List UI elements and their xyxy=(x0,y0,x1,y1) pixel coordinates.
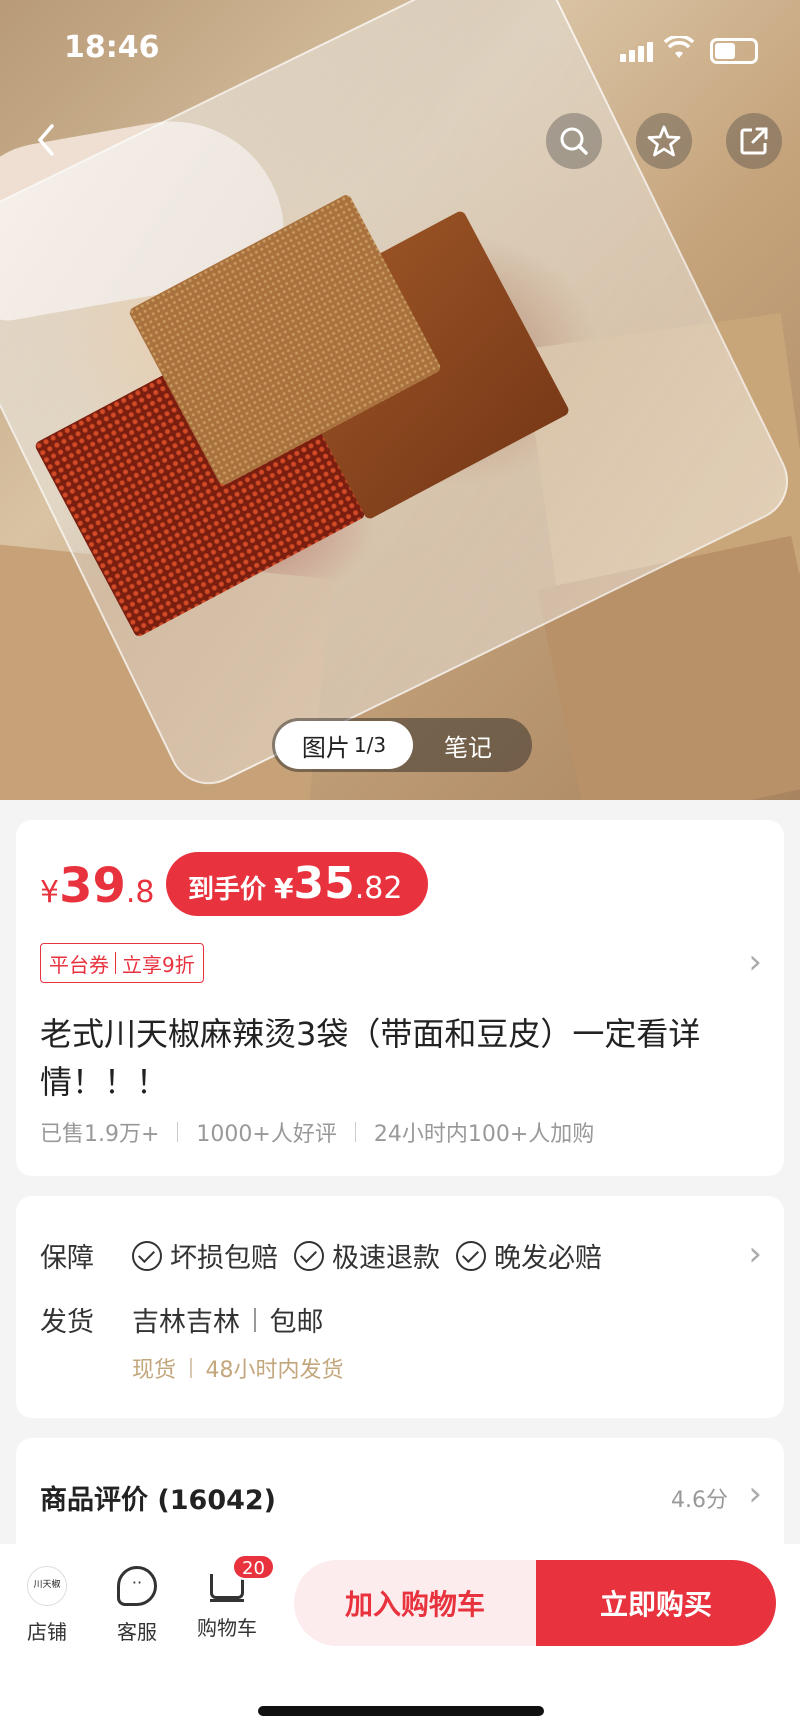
shop-logo-icon: 川天椒 xyxy=(27,1566,67,1606)
check-circle-icon xyxy=(456,1240,486,1271)
service-card[interactable]: 保障 坏损包赔 极速退款 晚发必赔 › 发货 吉林吉林 包邮 现货 48小时内发… xyxy=(16,1196,784,1418)
final-price-decimal: .82 xyxy=(354,871,403,906)
good-review-count: 1000+人好评 xyxy=(196,1122,337,1147)
price-symbol: ¥ xyxy=(40,875,60,910)
chevron-right-icon[interactable]: › xyxy=(748,1234,762,1274)
favorite-button[interactable] xyxy=(636,113,692,169)
final-price-integer: 35 xyxy=(293,858,355,909)
cart-count-badge: 20 xyxy=(232,1554,275,1580)
service-label: 客服 xyxy=(117,1620,157,1644)
tab-notes[interactable]: 笔记 xyxy=(413,721,523,769)
home-indicator[interactable] xyxy=(258,1706,544,1716)
battery-icon xyxy=(710,38,758,64)
guarantee-item: 坏损包赔 xyxy=(170,1243,278,1274)
product-info-card: ¥ 39 .8 到手价 ¥ 35 .82 平台券 立享9折 › 老式川天椒麻辣烫… xyxy=(16,820,784,1176)
sales-meta: 已售1.9万+ 1000+人好评 24小时内100+人加购 xyxy=(40,1116,594,1148)
cart-add-count: 24小时内100+人加购 xyxy=(373,1122,595,1147)
cart-button[interactable]: 20 购物车 xyxy=(182,1554,275,1641)
coupon-tag[interactable]: 平台券 立享9折 xyxy=(40,943,204,983)
buy-now-button[interactable]: 立即购买 xyxy=(536,1560,776,1646)
check-circle-icon xyxy=(132,1240,162,1271)
price-integer: 39 xyxy=(59,858,126,914)
shop-button[interactable]: 川天椒 店铺 xyxy=(2,1566,92,1645)
guarantee-item: 晚发必赔 xyxy=(494,1243,602,1274)
back-button[interactable] xyxy=(18,112,74,168)
shipping-label: 发货 xyxy=(40,1307,94,1338)
price-decimal: .8 xyxy=(125,875,155,910)
coupon-type: 平台券 xyxy=(49,952,109,977)
chevron-right-icon[interactable]: › xyxy=(748,942,762,982)
dispatch-time: 48小时内发货 xyxy=(205,1358,344,1383)
sold-count: 已售1.9万+ xyxy=(40,1122,160,1147)
shop-label: 店铺 xyxy=(27,1620,67,1644)
final-price-label: 到手价 xyxy=(188,875,267,905)
tab-photos[interactable]: 图片 1/3 xyxy=(275,721,413,769)
signal-icon xyxy=(620,40,656,62)
tab-photos-label: 图片 xyxy=(301,733,350,762)
bottom-action-bar: 川天椒 店铺 ·· 客服 20 购物车 加入购物车 立即购买 xyxy=(0,1544,800,1731)
status-bar: 18:46 xyxy=(0,0,800,100)
reviews-score: 4.6分 xyxy=(671,1488,728,1513)
guarantee-item: 极速退款 xyxy=(332,1243,440,1274)
guarantee-row: 保障 坏损包赔 极速退款 晚发必赔 xyxy=(40,1236,618,1275)
chat-icon: ·· xyxy=(117,1566,157,1606)
product-detail-page: 18:46 图片 1/3 笔记 ¥ 39 .8 到手价 ¥ 35 .82 平台券… xyxy=(0,0,800,1731)
product-title: 老式川天椒麻辣烫3袋（带面和豆皮）一定看详情！！！ xyxy=(40,1015,701,1101)
search-icon xyxy=(560,127,588,155)
star-icon xyxy=(647,125,681,157)
share-icon xyxy=(740,127,768,155)
shipping-origin: 吉林吉林 xyxy=(132,1307,240,1338)
add-to-cart-button[interactable]: 加入购物车 xyxy=(294,1560,536,1646)
check-circle-icon xyxy=(294,1240,324,1271)
reviews-title: 商品评价 (16042) xyxy=(40,1485,277,1516)
final-price-symbol: ¥ xyxy=(274,872,294,905)
wifi-icon xyxy=(663,34,695,67)
cart-label: 购物车 xyxy=(197,1616,257,1640)
customer-service-button[interactable]: ·· 客服 xyxy=(92,1566,182,1645)
chevron-left-icon xyxy=(37,124,54,156)
tab-photos-index: 1/3 xyxy=(353,733,387,757)
stock-status: 现货 xyxy=(132,1358,177,1383)
chevron-right-icon[interactable]: › xyxy=(748,1474,762,1514)
shipping-note: 现货 48小时内发货 xyxy=(132,1352,344,1384)
final-price-badge: 到手价 ¥ 35 .82 xyxy=(166,852,429,916)
shipping-fee: 包邮 xyxy=(269,1307,324,1338)
coupon-discount: 立享9折 xyxy=(122,952,195,977)
share-button[interactable] xyxy=(726,113,782,169)
guarantee-label: 保障 xyxy=(40,1243,94,1274)
original-price: ¥ 39 .8 xyxy=(40,858,155,914)
search-button[interactable] xyxy=(546,113,602,169)
gallery-tabs: 图片 1/3 笔记 xyxy=(272,718,532,772)
shipping-row: 发货 吉林吉林 包邮 xyxy=(40,1300,324,1339)
status-time: 18:46 xyxy=(64,30,160,65)
